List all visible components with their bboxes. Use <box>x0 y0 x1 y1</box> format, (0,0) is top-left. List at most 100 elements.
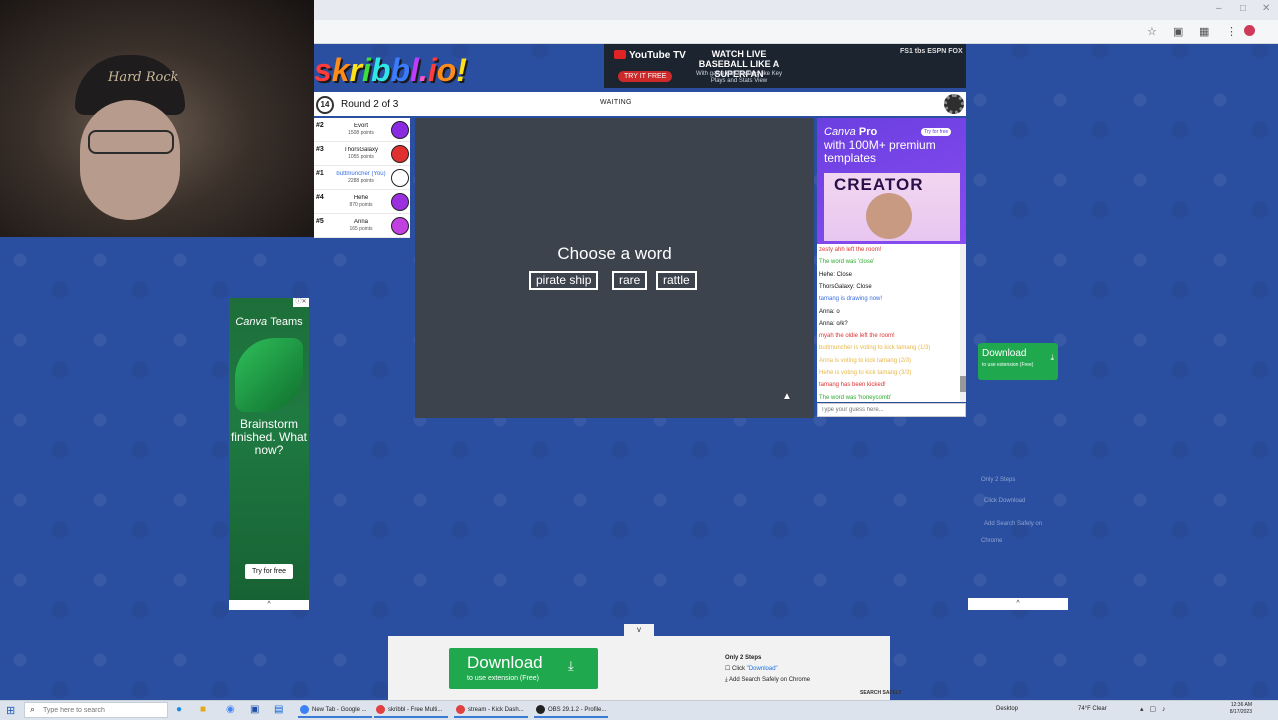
windows-start-icon[interactable]: ⊞ <box>6 704 15 717</box>
download-widget-title: Download <box>982 348 1027 359</box>
player-name: ThorsGalaxy <box>343 147 378 153</box>
chat-message: Anna is voting to kick tamang (2/3) <box>819 357 912 364</box>
player-list: #2 Evort 1508 points #3 ThorsGalaxy 1055 poin… <box>314 118 410 238</box>
tray-weather[interactable]: 74°F Clear <box>1078 706 1107 712</box>
taskbar-task[interactable]: stream - Kick Dash... <box>454 702 528 718</box>
webcam-glasses <box>88 130 174 154</box>
player-row[interactable]: #1 buttmuncher (You) 2288 points <box>314 166 410 190</box>
player-points: 165 points <box>349 226 373 232</box>
chat-message: tamang is drawing now! <box>819 296 883 303</box>
minimize-button[interactable]: – <box>1216 3 1222 14</box>
canva-pro-ad[interactable]: Canva Pro Try for free with 100M+ premiu… <box>817 118 966 244</box>
player-name: Evort <box>353 123 368 129</box>
player-name: buttmuncher (You) <box>336 171 386 177</box>
player-rank: #3 <box>316 146 324 153</box>
player-rank: #2 <box>316 122 324 129</box>
logo-letter: k <box>331 52 350 88</box>
download-steps: Only 2 Steps ☐ Click "Download" ⤓ Add Se… <box>725 653 810 686</box>
download-arrow-icon: ⤓ <box>568 658 574 673</box>
tray-desktop-label[interactable]: Desktop <box>996 706 1018 712</box>
faint-step-text: Chrome <box>981 538 1003 544</box>
word-option-rattle[interactable]: rattle <box>656 271 697 290</box>
chrome-icon[interactable]: ◉ <box>226 704 235 715</box>
chat-message: The word was 'close' <box>819 259 875 266</box>
edge-icon[interactable]: ● <box>176 704 182 715</box>
canva-pro-brand: Canva Pro <box>824 126 878 138</box>
player-avatar <box>391 121 409 139</box>
canva-pro-tagline: with 100M+ premium templates <box>824 138 936 165</box>
ad-right-collapse-chevron-icon[interactable]: ^ <box>968 598 1068 610</box>
download-button[interactable]: Download to use extension (Free) ⤓ <box>449 648 598 689</box>
skribbl-logo: skribbl.io! <box>314 52 467 89</box>
round-timer: 14 <box>316 96 334 114</box>
chat-message: Anna: o/k? <box>819 320 848 327</box>
drawing-canvas[interactable] <box>415 118 814 418</box>
player-avatar <box>391 217 409 235</box>
chat-message: ThorsGalaxy: Close <box>819 283 872 290</box>
task-app-icon <box>536 705 545 714</box>
sidepanel-icon[interactable]: ▦ <box>1199 25 1209 38</box>
canva-teams-cta[interactable]: Try for free <box>245 564 293 579</box>
webcam-overlay <box>0 0 314 237</box>
game-status: WAITING <box>600 99 632 106</box>
task-app-icon <box>300 705 309 714</box>
logo-letter: . <box>418 52 428 88</box>
canva-teams-message: Brainstorm finished. What now? <box>230 417 308 457</box>
download-arrow-icon: ⤓ <box>1050 353 1054 362</box>
word-option-rare[interactable]: rare <box>612 271 648 290</box>
settings-gear-icon[interactable] <box>944 94 964 114</box>
player-row[interactable]: #5 Anna 165 points <box>314 214 410 238</box>
player-name: Anna <box>353 219 368 225</box>
logo-letter: b <box>390 52 411 88</box>
bookmark-star-icon[interactable]: ☆ <box>1147 25 1157 38</box>
mouse-cursor-icon: ▲ <box>782 391 792 402</box>
store-icon[interactable]: ▣ <box>250 704 259 715</box>
search-icon: ⌕ <box>30 704 36 714</box>
game-header <box>314 92 966 116</box>
player-row[interactable]: #2 Evort 1508 points <box>314 118 410 142</box>
taskbar-task[interactable]: OBS 29.1.2 - Profile... <box>534 702 608 718</box>
canva-teams-graphic <box>235 338 303 412</box>
ad-bottom-collapse-chevron-icon[interactable]: v <box>624 624 654 636</box>
word-option-pirate-ship[interactable]: pirate ship <box>529 271 599 290</box>
profile-avatar[interactable] <box>1244 25 1255 36</box>
youtube-tv-ad[interactable]: YouTube TV TRY IT FREE WATCH LIVE BASEBA… <box>604 44 966 88</box>
canva-pro-cta[interactable]: Try for free <box>921 128 952 136</box>
player-points: 1508 points <box>348 130 374 136</box>
canva-teams-brand: Canva Teams <box>235 316 303 328</box>
maximize-button[interactable]: □ <box>1240 3 1246 14</box>
step-1: ☐ Click "Download" <box>725 666 778 672</box>
tray-system-icons[interactable]: ▴ ▢ ♪ <box>1140 705 1168 713</box>
player-row[interactable]: #4 Hehe 870 points <box>314 190 410 214</box>
outlook-icon[interactable]: ▤ <box>274 704 283 715</box>
youtube-tv-brand: YouTube TV <box>614 50 686 61</box>
player-row[interactable]: #3 ThorsGalaxy 1055 points <box>314 142 410 166</box>
taskbar-search-input[interactable] <box>24 702 168 718</box>
player-points: 1055 points <box>348 154 374 160</box>
ad-left-collapse-chevron-icon[interactable]: ^ <box>229 600 309 610</box>
download-button-title: Download <box>467 653 543 672</box>
youtube-play-icon <box>614 50 626 59</box>
taskbar-task[interactable]: New Tab - Google ... <box>298 702 372 718</box>
ad-close-icon[interactable]: ⓘ✕ <box>293 298 309 307</box>
player-avatar <box>391 169 409 187</box>
webcam-face <box>80 100 180 220</box>
chat-message: Hehe: Close <box>819 271 853 278</box>
player-rank: #1 <box>316 170 324 177</box>
guess-input[interactable] <box>817 403 966 417</box>
tray-clock[interactable]: 12:36 AM 8/17/2023 <box>1222 702 1252 716</box>
file-explorer-icon[interactable]: ■ <box>200 704 206 715</box>
chat-message: Hehe is voting to kick tamang (3/3) <box>819 370 912 376</box>
canva-teams-ad[interactable]: Canva Teams Brainstorm finished. What no… <box>229 298 309 600</box>
taskbar-task[interactable]: skribbl - Free Multi... <box>374 702 448 718</box>
chat-scrollbar-thumb[interactable] <box>960 376 966 392</box>
download-extension-widget[interactable]: Download to use extension (Free) ⤓ <box>978 343 1058 380</box>
chat-message: zesty ahh left the room! <box>819 247 882 253</box>
player-name: Hehe <box>353 195 369 201</box>
step-1-link[interactable]: "Download" <box>747 666 778 672</box>
extensions-icon[interactable]: ▣ <box>1173 25 1183 38</box>
close-window-button[interactable]: ✕ <box>1262 3 1270 14</box>
ad-top-cta[interactable]: TRY IT FREE <box>618 71 673 82</box>
menu-icon[interactable]: ⋮ <box>1226 25 1237 38</box>
logo-letter: r <box>349 52 363 88</box>
